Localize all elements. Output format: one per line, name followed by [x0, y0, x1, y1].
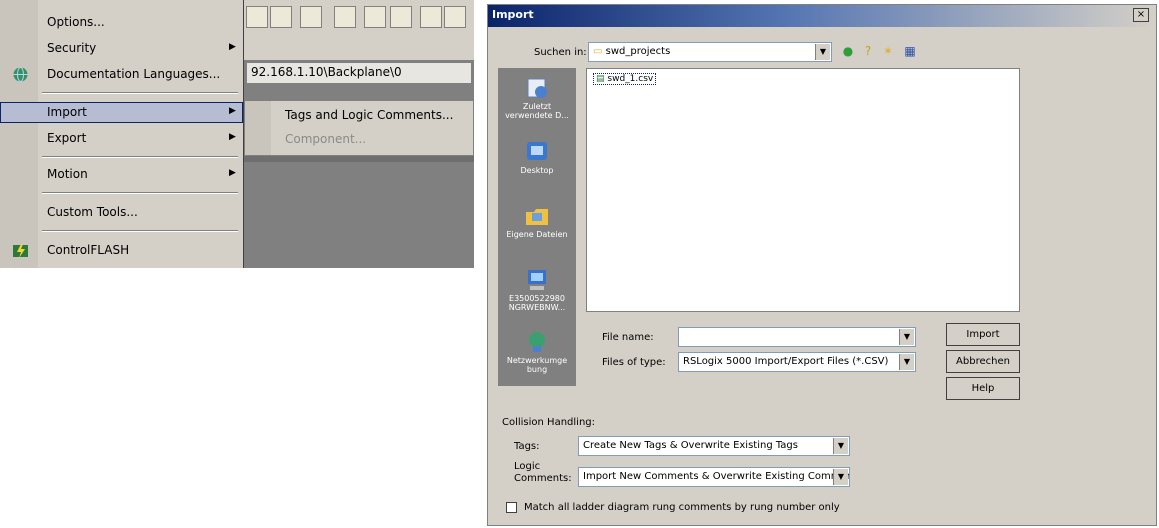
tools-menu: Options... Security ▶ Documentation Lang… — [0, 0, 244, 268]
chevron-down-icon: ▼ — [833, 438, 848, 454]
tools-menu-screenshot: 92.168.1.10\Backplane\0 Tags and Logic C… — [0, 0, 474, 268]
menu-separator — [42, 92, 238, 94]
navigation-toolbar: ● ? ✶ ▦ — [840, 43, 970, 61]
menu-separator — [42, 156, 238, 158]
zoom-icon[interactable] — [420, 6, 442, 28]
up-folder-icon[interactable]: ? — [860, 43, 876, 59]
toolbar-button-6[interactable] — [390, 6, 412, 28]
menu-item-label: Export — [47, 131, 87, 145]
place-network[interactable]: Netzwerkumge bung — [498, 326, 576, 390]
comments-label: Comments: — [514, 473, 572, 484]
menu-item-options[interactable]: Options... — [0, 12, 243, 33]
chevron-down-icon: ▼ — [899, 354, 914, 370]
toolbar-button-4[interactable] — [334, 6, 356, 28]
submenu-arrow-icon: ▶ — [229, 132, 236, 142]
chevron-down-icon: ▼ — [833, 469, 848, 485]
chevron-down-icon: ▼ — [899, 329, 914, 345]
menu-item-custom-tools[interactable]: Custom Tools... — [0, 202, 243, 223]
dialog-titlebar[interactable]: Import × — [488, 5, 1156, 27]
comments-collision-value: Import New Comments & Overwrite Existing… — [583, 471, 850, 482]
dialog-title: Import — [492, 8, 534, 21]
match-rung-label: Match all ladder diagram rung comments b… — [524, 502, 840, 513]
network-places-icon — [529, 332, 545, 352]
path-field[interactable]: 92.168.1.10\Backplane\0 — [246, 62, 472, 84]
menu-item-import[interactable]: Import ▶ — [0, 102, 243, 123]
controlflash-icon — [12, 242, 29, 259]
menu-item-security[interactable]: Security ▶ — [0, 38, 243, 59]
menu-item-documentation-languages[interactable]: Documentation Languages... — [0, 64, 243, 85]
menu-item-label: Options... — [47, 15, 105, 29]
submenu-arrow-icon: ▶ — [229, 168, 236, 178]
csv-file-icon: ▤ — [596, 74, 605, 84]
toolbar-button-2[interactable] — [270, 6, 292, 28]
globe-icon — [12, 66, 29, 83]
file-item[interactable]: ▤ swd_1.csv — [593, 73, 657, 85]
tags-label: Tags: — [514, 441, 540, 452]
submenu-gutter — [245, 101, 271, 155]
menu-item-label: Motion — [47, 167, 88, 181]
toolbar-button-8[interactable] — [444, 6, 466, 28]
back-icon[interactable]: ● — [840, 43, 856, 59]
menu-item-motion[interactable]: Motion ▶ — [0, 164, 243, 185]
place-my-documents[interactable]: Eigene Dateien — [498, 200, 576, 264]
workspace-background — [244, 156, 474, 268]
file-name-field[interactable]: ▼ — [678, 327, 916, 347]
submenu-arrow-icon: ▶ — [229, 42, 236, 52]
menu-item-controlflash[interactable]: ControlFLASH — [0, 240, 243, 261]
toolbar — [244, 0, 474, 60]
desktop-icon — [527, 142, 547, 160]
menu-item-label: Documentation Languages... — [47, 67, 221, 81]
menu-separator — [42, 230, 238, 232]
menu-item-label: Custom Tools... — [47, 205, 138, 219]
menu-item-tags-and-logic-comments[interactable]: Tags and Logic Comments... — [285, 108, 453, 122]
import-button[interactable]: Import — [946, 323, 1020, 346]
look-in-label: Suchen in: — [534, 47, 587, 58]
menu-item-component: Component... — [285, 132, 367, 146]
folder-icon: ▭ — [593, 46, 603, 57]
tags-collision-dropdown[interactable]: Create New Tags & Overwrite Existing Tag… — [578, 436, 850, 456]
tags-collision-value: Create New Tags & Overwrite Existing Tag… — [583, 440, 798, 451]
new-folder-icon[interactable]: ✶ — [880, 43, 896, 59]
cancel-button[interactable]: Abbrechen — [946, 350, 1020, 373]
file-name-label: File name: — [602, 332, 654, 343]
chevron-down-icon: ▼ — [815, 44, 830, 60]
comments-collision-dropdown[interactable]: Import New Comments & Overwrite Existing… — [578, 467, 850, 487]
recent-documents-icon — [527, 78, 547, 98]
file-item-name: swd_1.csv — [607, 74, 654, 84]
ladder-strip — [244, 156, 474, 162]
place-my-computer[interactable]: E3500522980 NGRWEBNW... — [498, 264, 576, 328]
places-bar: Zuletzt verwendete D... Desktop Eigene D… — [498, 68, 576, 386]
my-documents-icon — [526, 209, 548, 225]
toolbar-button-5[interactable] — [364, 6, 386, 28]
submenu-arrow-icon: ▶ — [229, 106, 236, 116]
files-of-type-dropdown[interactable]: RSLogix 5000 Import/Export Files (*.CSV)… — [678, 352, 916, 372]
place-recent[interactable]: Zuletzt verwendete D... — [498, 72, 576, 136]
collision-handling-label: Collision Handling: — [502, 417, 596, 428]
files-of-type-label: Files of type: — [602, 357, 666, 368]
files-of-type-value: RSLogix 5000 Import/Export Files (*.CSV) — [683, 356, 889, 367]
toolbar-button-1[interactable] — [246, 6, 268, 28]
match-rung-checkbox[interactable] — [506, 502, 517, 513]
close-button[interactable]: × — [1133, 8, 1149, 22]
place-desktop[interactable]: Desktop — [498, 136, 576, 200]
import-submenu: Tags and Logic Comments... Component... — [244, 100, 474, 156]
menu-item-export[interactable]: Export ▶ — [0, 128, 243, 149]
file-list[interactable]: ▤ swd_1.csv — [586, 68, 1020, 312]
logic-label: Logic — [514, 461, 541, 472]
look-in-dropdown[interactable]: ▭ swd_projects ▼ — [588, 42, 832, 62]
menu-item-label: Security — [47, 41, 97, 55]
look-in-value: swd_projects — [605, 46, 671, 57]
menu-separator — [42, 192, 238, 194]
import-dialog: Import × Suchen in: ▭ swd_projects ▼ ● ?… — [487, 4, 1157, 526]
help-button[interactable]: Help — [946, 377, 1020, 400]
menu-item-label: ControlFLASH — [47, 243, 130, 257]
menu-item-label: Import — [47, 105, 87, 119]
view-menu-icon[interactable]: ▦ — [902, 43, 918, 59]
computer-icon — [528, 270, 546, 290]
toolbar-button-3[interactable] — [300, 6, 322, 28]
